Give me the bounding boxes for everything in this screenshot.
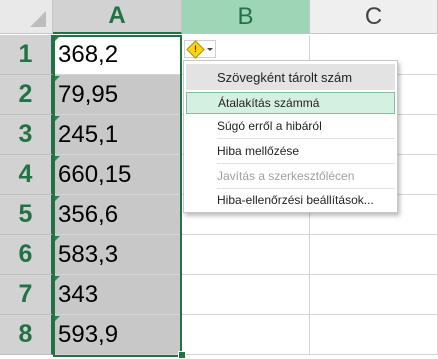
row-header[interactable]: 4	[0, 155, 53, 195]
error-indicator-icon	[54, 276, 60, 282]
error-indicator-icon	[54, 116, 60, 122]
cell-value: 245,1	[58, 120, 119, 148]
cell-c[interactable]	[310, 235, 438, 275]
cell-a[interactable]: 245,1	[53, 115, 182, 155]
cell-a[interactable]: 583,3	[53, 235, 182, 275]
cell-value: 368,2	[58, 40, 119, 68]
select-all-triangle-icon	[30, 11, 46, 27]
row-header[interactable]: 2	[0, 75, 53, 115]
warning-diamond-icon: !	[186, 39, 205, 59]
error-context-menu: Szövegként tárolt szám Átalakítás számmá…	[183, 60, 398, 213]
menu-item-convert-to-number[interactable]: Átalakítás számmá	[186, 92, 395, 114]
cell-b[interactable]	[182, 235, 310, 275]
cell-value: 660,15	[58, 160, 132, 188]
cell-value: 356,6	[58, 200, 119, 228]
error-indicator-icon	[54, 236, 60, 242]
cell-a[interactable]: 343	[53, 275, 182, 315]
menu-separator	[217, 138, 395, 139]
column-header-c[interactable]: C	[310, 0, 438, 34]
cell-b[interactable]	[182, 275, 310, 315]
error-indicator-icon	[54, 36, 60, 42]
row-header[interactable]: 6	[0, 235, 53, 275]
cell-value: 583,3	[58, 240, 119, 268]
error-indicator-icon	[54, 156, 60, 162]
warning-glyph: !	[194, 43, 197, 54]
cell-value: 79,95	[58, 80, 119, 108]
cell-a[interactable]: 356,6	[53, 195, 182, 235]
error-options-button[interactable]: !	[184, 39, 216, 59]
column-header-b[interactable]: B	[182, 0, 310, 34]
error-indicator-icon	[54, 196, 60, 202]
menu-item-help-on-error[interactable]: Súgó erről a hibáról	[186, 115, 395, 137]
menu-item-edit-in-formula-bar: Javítás a szerkesztőlécen	[217, 169, 355, 183]
menu-header: Szövegként tárolt szám	[186, 64, 395, 90]
row-header[interactable]: 5	[0, 195, 53, 235]
row-header[interactable]: 7	[0, 275, 53, 315]
cell-c[interactable]	[310, 315, 438, 355]
chevron-down-icon	[207, 47, 213, 51]
menu-separator	[217, 163, 395, 164]
cell-a[interactable]: 593,9	[53, 315, 182, 355]
cell-value: 343	[58, 280, 99, 308]
cell-c[interactable]	[310, 275, 438, 315]
row-header[interactable]: 8	[0, 315, 53, 355]
row-header[interactable]: 3	[0, 115, 53, 155]
menu-item-error-checking-options[interactable]: Hiba-ellenőrzési beállítások...	[186, 189, 395, 211]
error-indicator-icon	[54, 76, 60, 82]
cell-a[interactable]: 79,95	[53, 75, 182, 115]
error-indicator-icon	[54, 316, 60, 322]
cell-a[interactable]: 368,2	[53, 35, 182, 75]
menu-item-ignore-error[interactable]: Hiba mellőzése	[186, 140, 395, 162]
select-all-corner[interactable]	[0, 0, 53, 34]
column-header-a[interactable]: A	[53, 0, 182, 34]
cell-a[interactable]: 660,15	[53, 155, 182, 195]
cell-b[interactable]	[182, 315, 310, 355]
cell-value: 593,9	[58, 320, 119, 348]
row-header[interactable]: 1	[0, 35, 53, 75]
